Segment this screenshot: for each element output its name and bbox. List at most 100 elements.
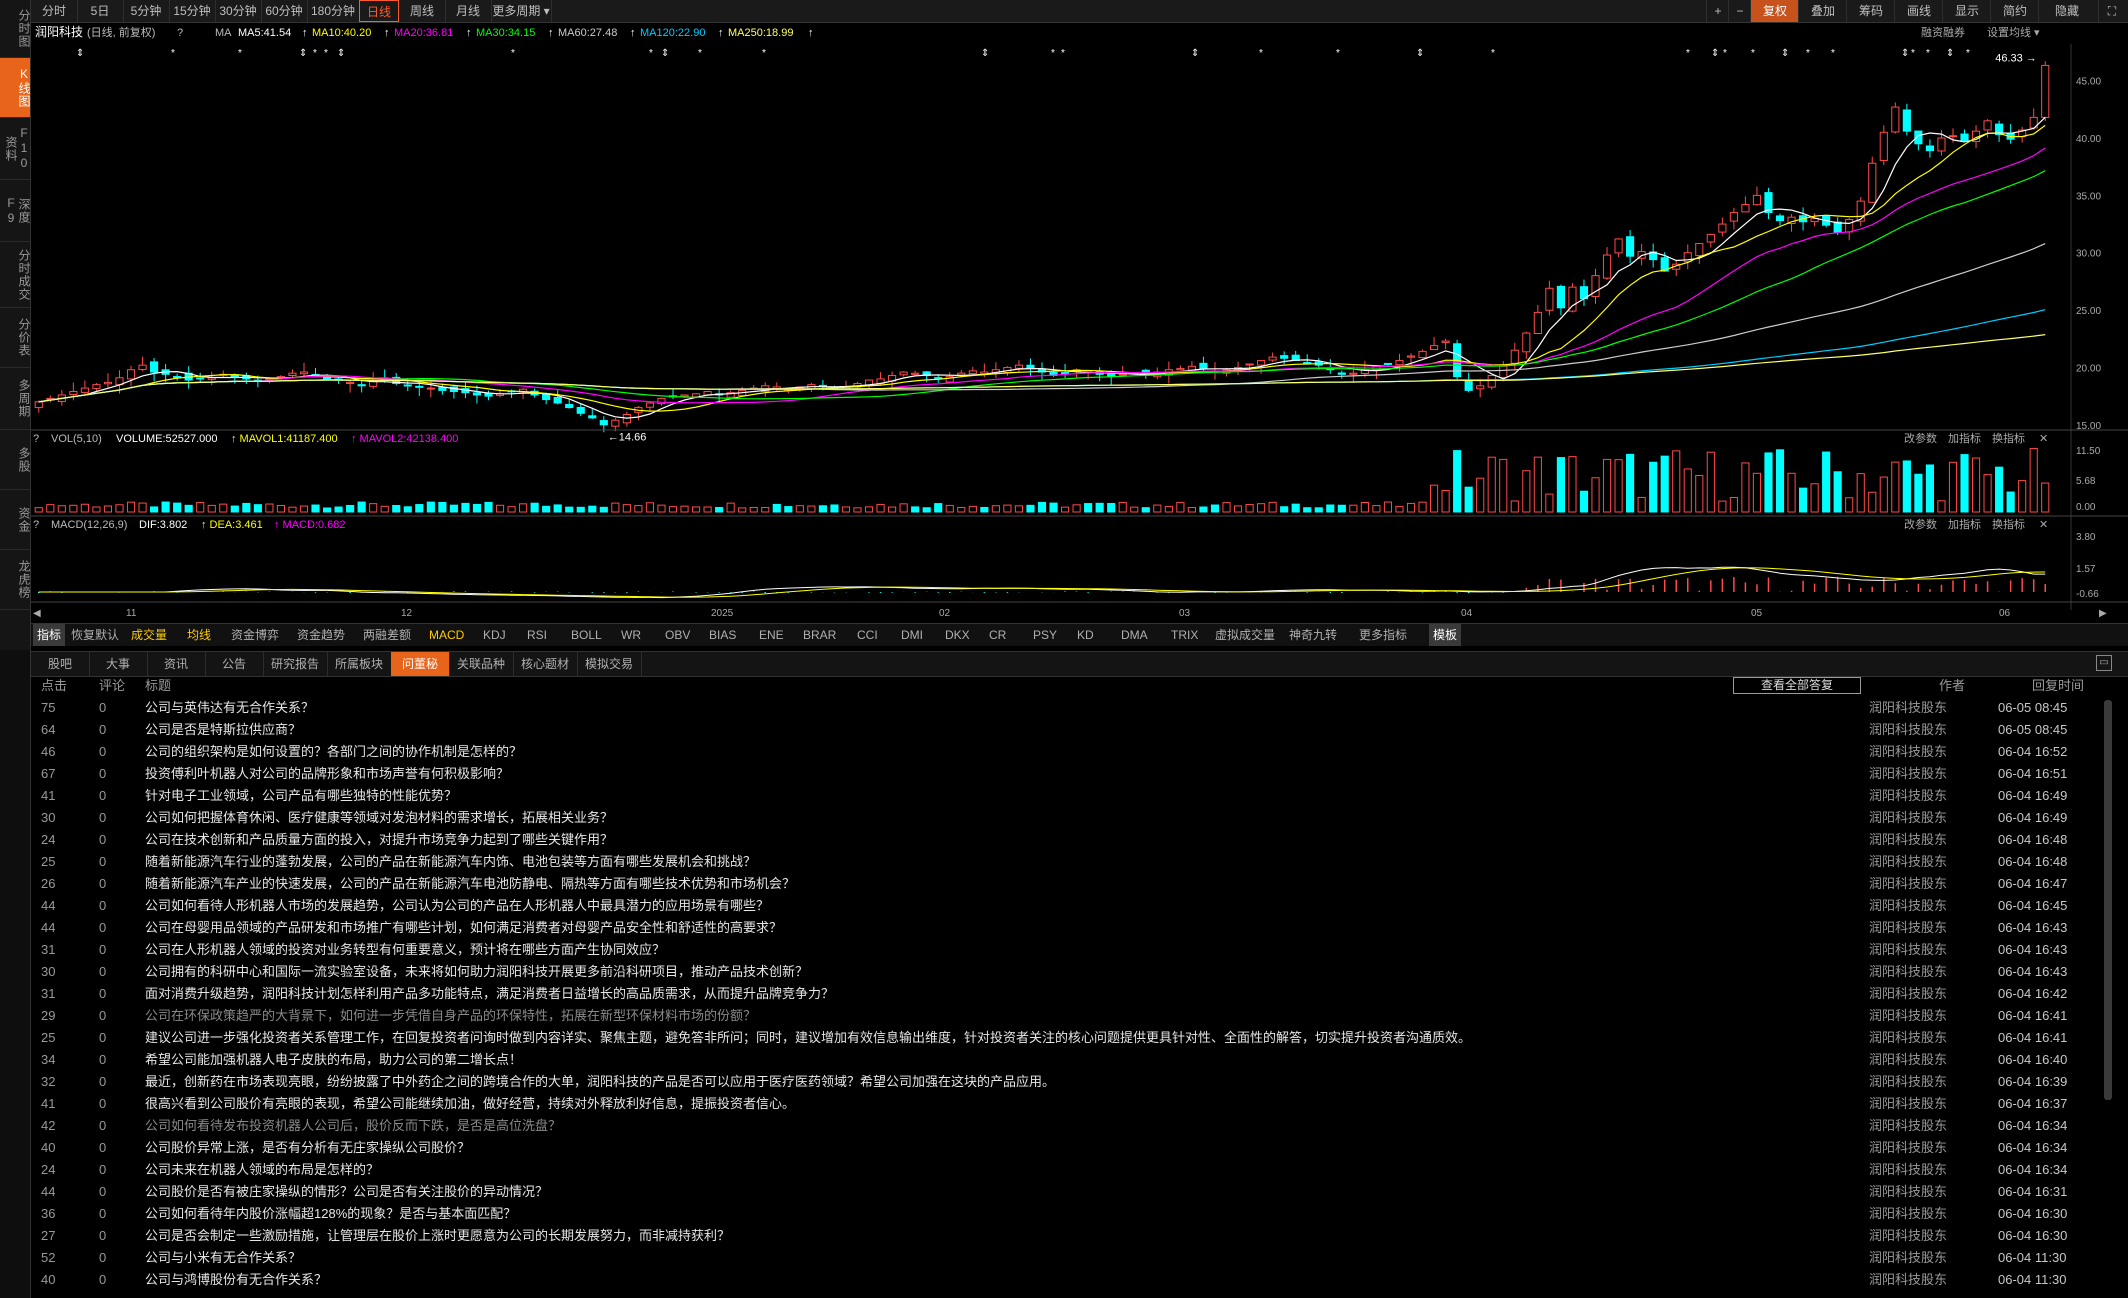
indicator-tab-3[interactable]: 均线 (187, 624, 211, 646)
indicator-tab-2[interactable]: 成交量 (131, 624, 167, 646)
period-tab-1[interactable]: 5日 (77, 0, 124, 22)
left-nav-item-3[interactable]: 深度F9 (0, 180, 31, 242)
table-row[interactable]: 34 0 希望公司能加强机器人电子皮肤的布局，助力公司的第二增长点！ 润阳科技股东 06… (31, 1049, 2111, 1071)
indicator-tab-24[interactable]: 虚拟成交量 (1215, 624, 1275, 646)
row-title-link[interactable]: 公司如何把握体育休闲、医疗健康等领域对发泡材料的需求增长，拓展相关业务？ (145, 807, 613, 829)
indicator-tab-23[interactable]: TRIX (1171, 624, 1198, 646)
row-title-link[interactable]: 希望公司能加强机器人电子皮肤的布局，助力公司的第二增长点！ (145, 1049, 522, 1071)
table-row[interactable]: 29 0 公司在环保政策趋严的大背景下，如何进一步凭借自身产品的环保特性，拓展在新型… (31, 1005, 2111, 1027)
header-author[interactable]: 作者 (1939, 676, 1965, 696)
indicator-tab-13[interactable]: BIAS (709, 624, 736, 646)
indicator-tab-19[interactable]: CR (989, 624, 1006, 646)
table-row[interactable]: 64 0 公司是否是特斯拉供应商？ 润阳科技股东 06-05 08:45 (31, 719, 2111, 741)
toolbar-button-4[interactable]: 筹码 (1846, 0, 1895, 22)
indicator-tab-7[interactable]: MACD (429, 624, 464, 646)
table-row[interactable]: 31 0 公司在人形机器人领域的投资对业务转型有何重要意义，预计将在哪些方面产生协同… (31, 939, 2111, 961)
row-title-link[interactable]: 公司与鸿博股份有无合作关系？ (145, 1269, 327, 1291)
left-nav-item-9[interactable]: 龙虎榜 (0, 550, 31, 610)
left-nav-item-7[interactable]: 多股 (0, 430, 31, 490)
row-title-link[interactable]: 公司如何看待年内股价涨幅超128%的现象？是否与基本面匹配？ (145, 1203, 516, 1225)
info-tab-5[interactable]: 所属板块 (327, 652, 392, 676)
indicator-tab-20[interactable]: PSY (1033, 624, 1057, 646)
table-row[interactable]: 31 0 面对消费升级趋势，润阳科技计划怎样利用产品多功能特点，满足消费者日益增长的… (31, 983, 2111, 1005)
row-title-link[interactable]: 公司股价是否有被庄家操纵的情形？公司是否有关注股价的异动情况？ (145, 1181, 548, 1203)
view-all-replies-button[interactable]: 查看全部答复 (1733, 677, 1861, 694)
left-nav-item-1[interactable]: K线图 (0, 58, 31, 118)
table-row[interactable]: 46 0 公司的组织架构是如何设置的？各部门之间的协作机制是怎样的？ 润阳科技股东 06… (31, 741, 2111, 763)
indicator-tab-15[interactable]: BRAR (803, 624, 836, 646)
row-title-link[interactable]: 公司与英伟达有无合作关系？ (145, 697, 314, 719)
table-row[interactable]: 26 0 随着新能源汽车产业的快速发展，公司的产品在新能源汽车电池防静电、隔热等方面… (31, 873, 2111, 895)
indicator-tab-26[interactable]: 更多指标 (1359, 624, 1407, 646)
indicator-tab-10[interactable]: BOLL (571, 624, 602, 646)
row-title-link[interactable]: 公司在母婴用品领域的产品研发和市场推广有哪些计划，如何满足消费者对母婴产品安全性… (145, 917, 782, 939)
table-row[interactable]: 30 0 公司如何把握体育休闲、医疗健康等领域对发泡材料的需求增长，拓展相关业务？ 润… (31, 807, 2111, 829)
table-row[interactable]: 42 0 公司如何看待发布投资机器人公司后，股价反而下跌，是否是高位洗盘？ 润阳科技股… (31, 1115, 2111, 1137)
row-title-link[interactable]: 公司是否会制定一些激励措施，让管理层在股价上涨时更愿意为公司的长期发展努力，而非… (145, 1225, 730, 1247)
indicator-tab-18[interactable]: DKX (945, 624, 970, 646)
indicator-tab-17[interactable]: DMI (901, 624, 923, 646)
header-title[interactable]: 标题 (145, 676, 171, 696)
indicator-tab-8[interactable]: KDJ (483, 624, 506, 646)
row-title-link[interactable]: 公司在人形机器人领域的投资对业务转型有何重要意义，预计将在哪些方面产生协同效应？ (145, 939, 665, 961)
header-comments[interactable]: 评论 (99, 676, 125, 696)
indicator-tab-9[interactable]: RSI (527, 624, 547, 646)
table-row[interactable]: 44 0 公司如何看待人形机器人市场的发展趋势，公司认为公司的产品在人形机器人中最具… (31, 895, 2111, 917)
period-tab-2[interactable]: 5分钟 (123, 0, 170, 22)
row-title-link[interactable]: 公司在技术创新和产品质量方面的投入，对提升市场竞争力起到了哪些关键作用？ (145, 829, 613, 851)
indicator-tab-27[interactable]: 模板 (1429, 624, 1462, 646)
row-title-link[interactable]: 最近，创新药在市场表现亮眼，纷纷披露了中外药企之间的跨境合作的大单，润阳科技的产… (145, 1071, 1055, 1093)
table-row[interactable]: 25 0 建议公司进一步强化投资者关系管理工作，在回复投资者问询时做到内容详实、聚焦… (31, 1027, 2111, 1049)
info-tab-8[interactable]: 核心题材 (513, 652, 578, 676)
toolbar-button-7[interactable]: 简约 (1990, 0, 2039, 22)
indicator-tab-12[interactable]: OBV (665, 624, 690, 646)
toolbar-button-1[interactable]: − (1728, 0, 1751, 22)
info-tab-2[interactable]: 资讯 (147, 652, 206, 676)
toolbar-button-2[interactable]: 复权 (1750, 0, 1799, 22)
left-nav-item-6[interactable]: 多周期 (0, 368, 31, 430)
indicator-tab-21[interactable]: KD (1077, 624, 1094, 646)
fullscreen-icon[interactable]: ⛶ (2098, 0, 2125, 22)
left-nav-item-5[interactable]: 分价表 (0, 308, 31, 368)
indicator-tab-25[interactable]: 神奇九转 (1289, 624, 1337, 646)
row-title-link[interactable]: 公司与小米有无合作关系？ (145, 1247, 301, 1269)
table-row[interactable]: 24 0 公司在技术创新和产品质量方面的投入，对提升市场竞争力起到了哪些关键作用？ 润… (31, 829, 2111, 851)
table-row[interactable]: 44 0 公司在母婴用品领域的产品研发和市场推广有哪些计划，如何满足消费者对母婴产品… (31, 917, 2111, 939)
period-tab-5[interactable]: 60分钟 (261, 0, 308, 22)
row-title-link[interactable]: 公司的组织架构是如何设置的？各部门之间的协作机制是怎样的？ (145, 741, 522, 763)
row-title-link[interactable]: 公司如何看待人形机器人市场的发展趋势，公司认为公司的产品在人形机器人中最具潜力的… (145, 895, 769, 917)
indicator-tab-22[interactable]: DMA (1121, 624, 1148, 646)
info-tab-7[interactable]: 关联品种 (449, 652, 514, 676)
period-tab-4[interactable]: 30分钟 (215, 0, 262, 22)
info-tab-9[interactable]: 模拟交易 (577, 652, 642, 676)
table-row[interactable]: 41 0 很高兴看到公司股价有亮眼的表现，希望公司能继续加油，做好经营，持续对外释放… (31, 1093, 2111, 1115)
table-row[interactable]: 41 0 针对电子工业领域，公司产品有哪些独特的性能优势？ 润阳科技股东 06-04 1… (31, 785, 2111, 807)
indicator-tab-1[interactable]: 恢复默认 (71, 624, 119, 646)
period-tab-7[interactable]: 日线 (359, 0, 399, 22)
toolbar-button-5[interactable]: 画线 (1894, 0, 1943, 22)
row-title-link[interactable]: 面对消费升级趋势，润阳科技计划怎样利用产品多功能特点，满足消费者日益增长的高品质… (145, 983, 834, 1005)
period-tab-6[interactable]: 180分钟 (307, 0, 360, 22)
indicator-tab-0[interactable]: 指标 (33, 624, 66, 646)
table-row[interactable]: 32 0 最近，创新药在市场表现亮眼，纷纷披露了中外药企之间的跨境合作的大单，润阳科… (31, 1071, 2111, 1093)
indicator-tab-14[interactable]: ENE (759, 624, 784, 646)
row-title-link[interactable]: 公司在环保政策趋严的大背景下，如何进一步凭借自身产品的环保特性，拓展在新型环保材… (145, 1005, 756, 1027)
table-row[interactable]: 30 0 公司拥有的科研中心和国际一流实验室设备，未来将如何助力润阳科技开展更多前沿… (31, 961, 2111, 983)
table-row[interactable]: 40 0 公司股价异常上涨，是否有分析有无庄家操纵公司股价？ 润阳科技股东 06-04 … (31, 1137, 2111, 1159)
table-row[interactable]: 52 0 公司与小米有无合作关系？ 润阳科技股东 06-04 11:30 (31, 1247, 2111, 1269)
table-row[interactable]: 40 0 公司与鸿博股份有无合作关系？ 润阳科技股东 06-04 11:30 (31, 1269, 2111, 1291)
row-title-link[interactable]: 公司是否是特斯拉供应商？ (145, 719, 301, 741)
toolbar-button-6[interactable]: 显示 (1942, 0, 1991, 22)
table-row[interactable]: 67 0 投资傅利叶机器人对公司的品牌形象和市场声誉有何积极影响？ 润阳科技股东 06-… (31, 763, 2111, 785)
toolbar-button-3[interactable]: 叠加 (1798, 0, 1847, 22)
table-row[interactable]: 27 0 公司是否会制定一些激励措施，让管理层在股价上涨时更愿意为公司的长期发展努力… (31, 1225, 2111, 1247)
info-tab-0[interactable]: 股吧 (31, 652, 90, 676)
info-tab-4[interactable]: 研究报告 (263, 652, 328, 676)
header-clicks[interactable]: 点击 (41, 676, 67, 696)
table-row[interactable]: 36 0 公司如何看待年内股价涨幅超128%的现象？是否与基本面匹配？ 润阳科技股东 0… (31, 1203, 2111, 1225)
period-tab-10[interactable]: 更多周期 ▾ (491, 0, 552, 22)
row-title-link[interactable]: 随着新能源汽车产业的快速发展，公司的产品在新能源汽车电池防静电、隔热等方面有哪些… (145, 873, 795, 895)
indicator-tab-5[interactable]: 资金趋势 (297, 624, 345, 646)
toolbar-button-8[interactable]: 隐藏 (2038, 0, 2095, 22)
indicator-tab-4[interactable]: 资金博弈 (231, 624, 279, 646)
